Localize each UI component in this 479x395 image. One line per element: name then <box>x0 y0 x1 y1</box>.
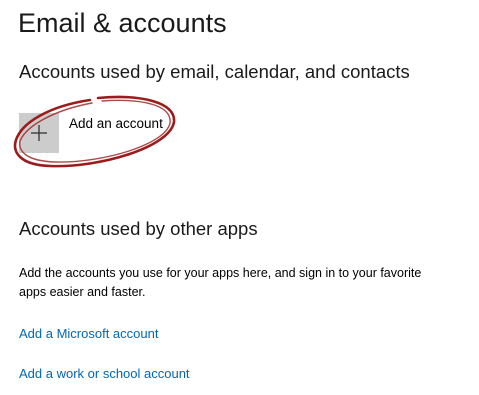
other-apps-description: Add the accounts you use for your apps h… <box>19 266 422 299</box>
plus-icon <box>31 125 47 141</box>
page-title: Email & accounts <box>18 8 227 38</box>
add-microsoft-account-link[interactable]: Add a Microsoft account <box>19 326 158 341</box>
add-account-tile[interactable] <box>19 113 59 153</box>
email-accounts-heading: Accounts used by email, calendar, and co… <box>19 61 410 82</box>
add-account-label[interactable]: Add an account <box>69 116 163 131</box>
other-apps-heading: Accounts used by other apps <box>19 218 258 239</box>
add-work-school-account-link[interactable]: Add a work or school account <box>19 366 190 381</box>
add-account-button[interactable]: Add an account <box>19 113 163 153</box>
